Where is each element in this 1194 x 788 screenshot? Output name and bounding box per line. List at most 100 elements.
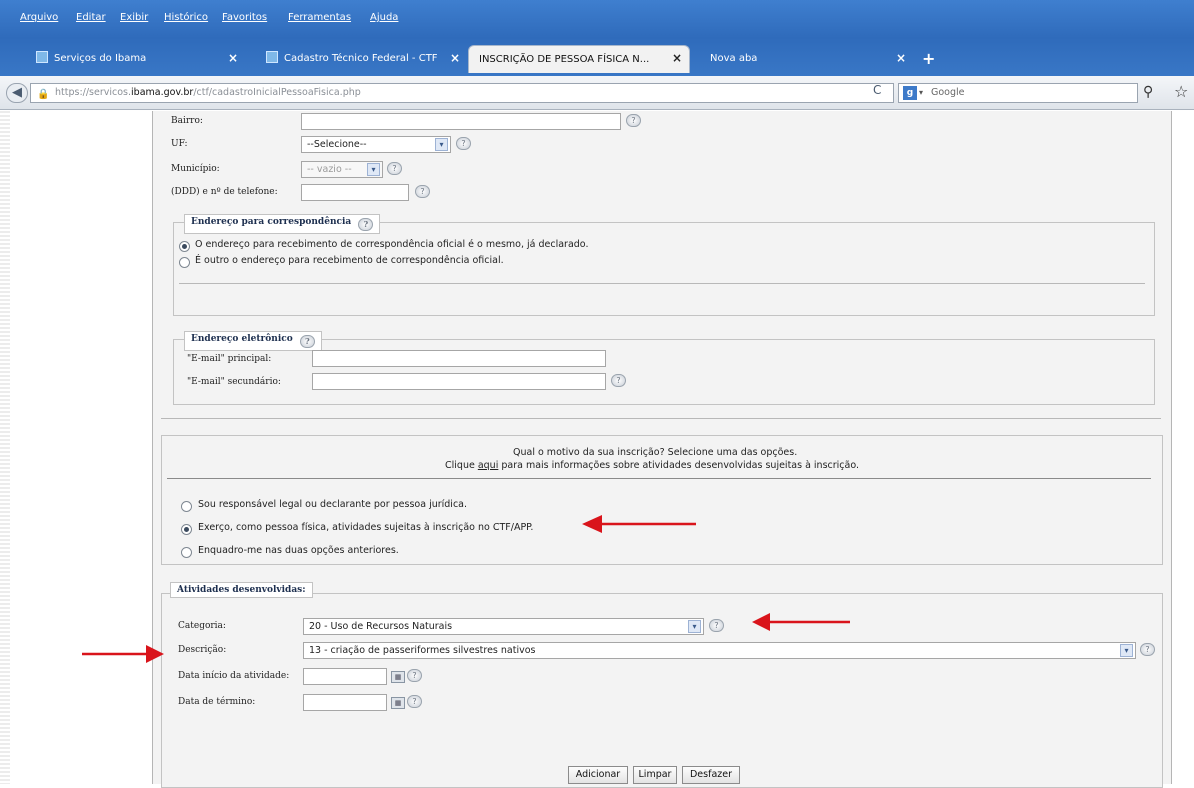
email-secundario-label: "E-mail" secundário: (187, 377, 281, 387)
back-arrow-icon[interactable]: ◀ (6, 83, 28, 103)
chevron-down-icon: ▾ (688, 620, 701, 633)
menu-historico[interactable]: Histórico (164, 12, 208, 23)
navigation-bar: ◀ 🔒 https://servicos.ibama.gov.br/ctf/ca… (0, 76, 1194, 110)
page-content: Bairro: ? UF: --Selecione-- ▾ ? Municípi… (0, 111, 1194, 788)
descricao-label: Descrição: (178, 645, 227, 655)
ibama-favicon-icon (36, 51, 48, 63)
descricao-select[interactable]: 13 - criação de passeriformes silvestres… (303, 642, 1136, 659)
motivo-option-label: Exerço, como pessoa física, atividades s… (198, 522, 534, 533)
telefone-label: (DDD) e nº de telefone: (171, 187, 278, 197)
help-icon[interactable]: ? (1140, 643, 1155, 656)
tab-nova-aba[interactable]: Nova aba (700, 45, 900, 73)
menu-editar[interactable]: Editar (76, 12, 106, 23)
aqui-link[interactable]: aqui (478, 460, 499, 471)
close-icon[interactable]: × (450, 51, 460, 65)
email-principal-field[interactable] (312, 350, 606, 367)
descricao-select-value: 13 - criação de passeriformes silvestres… (309, 645, 536, 656)
categoria-label: Categoria: (178, 621, 226, 631)
tab-cadastro-tecnico[interactable]: Cadastro Técnico Federal - CTF (256, 45, 456, 73)
correspondencia-option-label: O endereço para recebimento de correspon… (195, 239, 589, 250)
help-icon[interactable]: ? (358, 218, 374, 231)
motivo-info-post: para mais informações sobre atividades d… (498, 460, 860, 471)
correspondencia-outro-radio[interactable] (179, 257, 190, 268)
categoria-select[interactable]: 20 - Uso de Recursos Naturais ▾ (303, 618, 704, 635)
help-icon[interactable]: ? (709, 619, 724, 632)
tab-servicos-ibama[interactable]: Serviços do Ibama (26, 45, 236, 73)
desfazer-button[interactable]: Desfazer (682, 766, 740, 784)
data-inicio-input[interactable] (303, 668, 387, 685)
chevron-down-icon: ▾ (1120, 644, 1133, 657)
url-path: /ctf/cadastroInicialPessoaFisica.php (193, 87, 361, 98)
tab-inscricao-pessoa-fisica[interactable]: INSCRIÇÃO DE PESSOA FÍSICA N... (468, 45, 690, 73)
help-icon[interactable]: ? (407, 669, 422, 682)
motivo-info-text: Clique aqui para mais informações sobre … (445, 460, 859, 471)
menu-arquivo[interactable]: Arquivo (20, 12, 58, 23)
menu-ferramentas[interactable]: Ferramentas (288, 12, 351, 23)
uf-select[interactable]: --Selecione-- ▾ (301, 136, 451, 153)
menu-exibir[interactable]: Exibir (120, 12, 148, 23)
menu-bar: Arquivo Editar Exibir Histórico Favorito… (0, 0, 1194, 38)
help-icon[interactable]: ? (626, 114, 641, 127)
data-termino-label: Data de término: (178, 697, 256, 707)
municipio-select-value: -- vazio -- (307, 164, 352, 175)
new-tab-plus-icon[interactable]: + (922, 49, 935, 68)
close-icon[interactable]: × (672, 51, 682, 65)
uf-label: UF: (171, 139, 188, 149)
atividades-legend: Atividades desenvolvidas: (170, 582, 313, 598)
email-secundario-field[interactable] (312, 373, 606, 390)
help-icon[interactable]: ? (611, 374, 626, 387)
limpar-button[interactable]: Limpar (633, 766, 677, 784)
motivo-option-label: Enquadro-me nas duas opções anteriores. (198, 545, 399, 556)
telefone-input[interactable] (301, 184, 409, 201)
menu-ajuda[interactable]: Ajuda (370, 12, 398, 23)
data-inicio-label: Data início da atividade: (178, 671, 290, 681)
google-icon: g (903, 86, 917, 100)
municipio-select[interactable]: -- vazio -- ▾ (301, 161, 383, 178)
url-domain: ibama.gov.br (131, 87, 194, 98)
correspondencia-mesmo-radio[interactable] (179, 241, 190, 252)
adicionar-button[interactable]: Adicionar (568, 766, 628, 784)
eletronico-fieldset: Endereço eletrônico ? "E-mail" principal… (173, 331, 1155, 405)
annotation-arrow-icon (752, 613, 850, 631)
tab-label: INSCRIÇÃO DE PESSOA FÍSICA N... (479, 54, 650, 65)
help-icon[interactable]: ? (387, 162, 402, 175)
chevron-down-icon: ▾ (435, 138, 448, 151)
annotation-arrow-icon (82, 645, 164, 663)
legend-text: Endereço eletrônico (191, 334, 293, 344)
motivo-ambas-radio[interactable] (181, 547, 192, 558)
motivo-pessoa-juridica-radio[interactable] (181, 501, 192, 512)
atividades-fieldset: Atividades desenvolvidas: Categoria: 20 … (161, 582, 1163, 788)
magnifier-icon[interactable]: ⚲ (1143, 84, 1153, 100)
search-placeholder: Google (931, 87, 965, 98)
menu-favoritos[interactable]: Favoritos (222, 12, 267, 23)
help-icon[interactable]: ? (407, 695, 422, 708)
correspondencia-option-label: É outro o endereço para recebimento de c… (195, 255, 504, 266)
divider (167, 478, 1151, 479)
bookmark-star-icon[interactable]: ☆ (1174, 82, 1188, 101)
data-termino-input[interactable] (303, 694, 387, 711)
chevron-down-icon: ▾ (367, 163, 380, 176)
tab-label: Cadastro Técnico Federal - CTF (284, 53, 438, 64)
motivo-info-pre: Clique (445, 460, 478, 471)
motivo-pessoa-fisica-radio[interactable] (181, 524, 192, 535)
bairro-input[interactable] (301, 113, 621, 130)
url-prefix: https://servicos. (55, 87, 132, 98)
help-icon[interactable]: ? (415, 185, 430, 198)
motivo-option-label: Sou responsável legal ou declarante por … (198, 499, 468, 510)
legend-text: Endereço para correspondência (191, 217, 352, 227)
reload-icon[interactable]: C (873, 83, 881, 97)
divider (161, 418, 1161, 419)
close-icon[interactable]: × (896, 51, 906, 65)
calendar-icon[interactable]: ▦ (391, 697, 405, 709)
help-icon[interactable]: ? (299, 335, 315, 348)
address-bar[interactable]: 🔒 https://servicos.ibama.gov.br/ctf/cada… (30, 83, 894, 103)
divider (179, 283, 1145, 284)
close-icon[interactable]: × (228, 51, 238, 65)
calendar-icon[interactable]: ▦ (391, 671, 405, 683)
search-input[interactable]: g ▾ Google (898, 83, 1138, 103)
eletronico-legend: Endereço eletrônico ? (184, 331, 322, 351)
bairro-label: Bairro: (171, 116, 203, 126)
help-icon[interactable]: ? (456, 137, 471, 150)
dropdown-arrow-icon[interactable]: ▾ (919, 84, 923, 102)
ibama-favicon-icon (266, 51, 278, 63)
